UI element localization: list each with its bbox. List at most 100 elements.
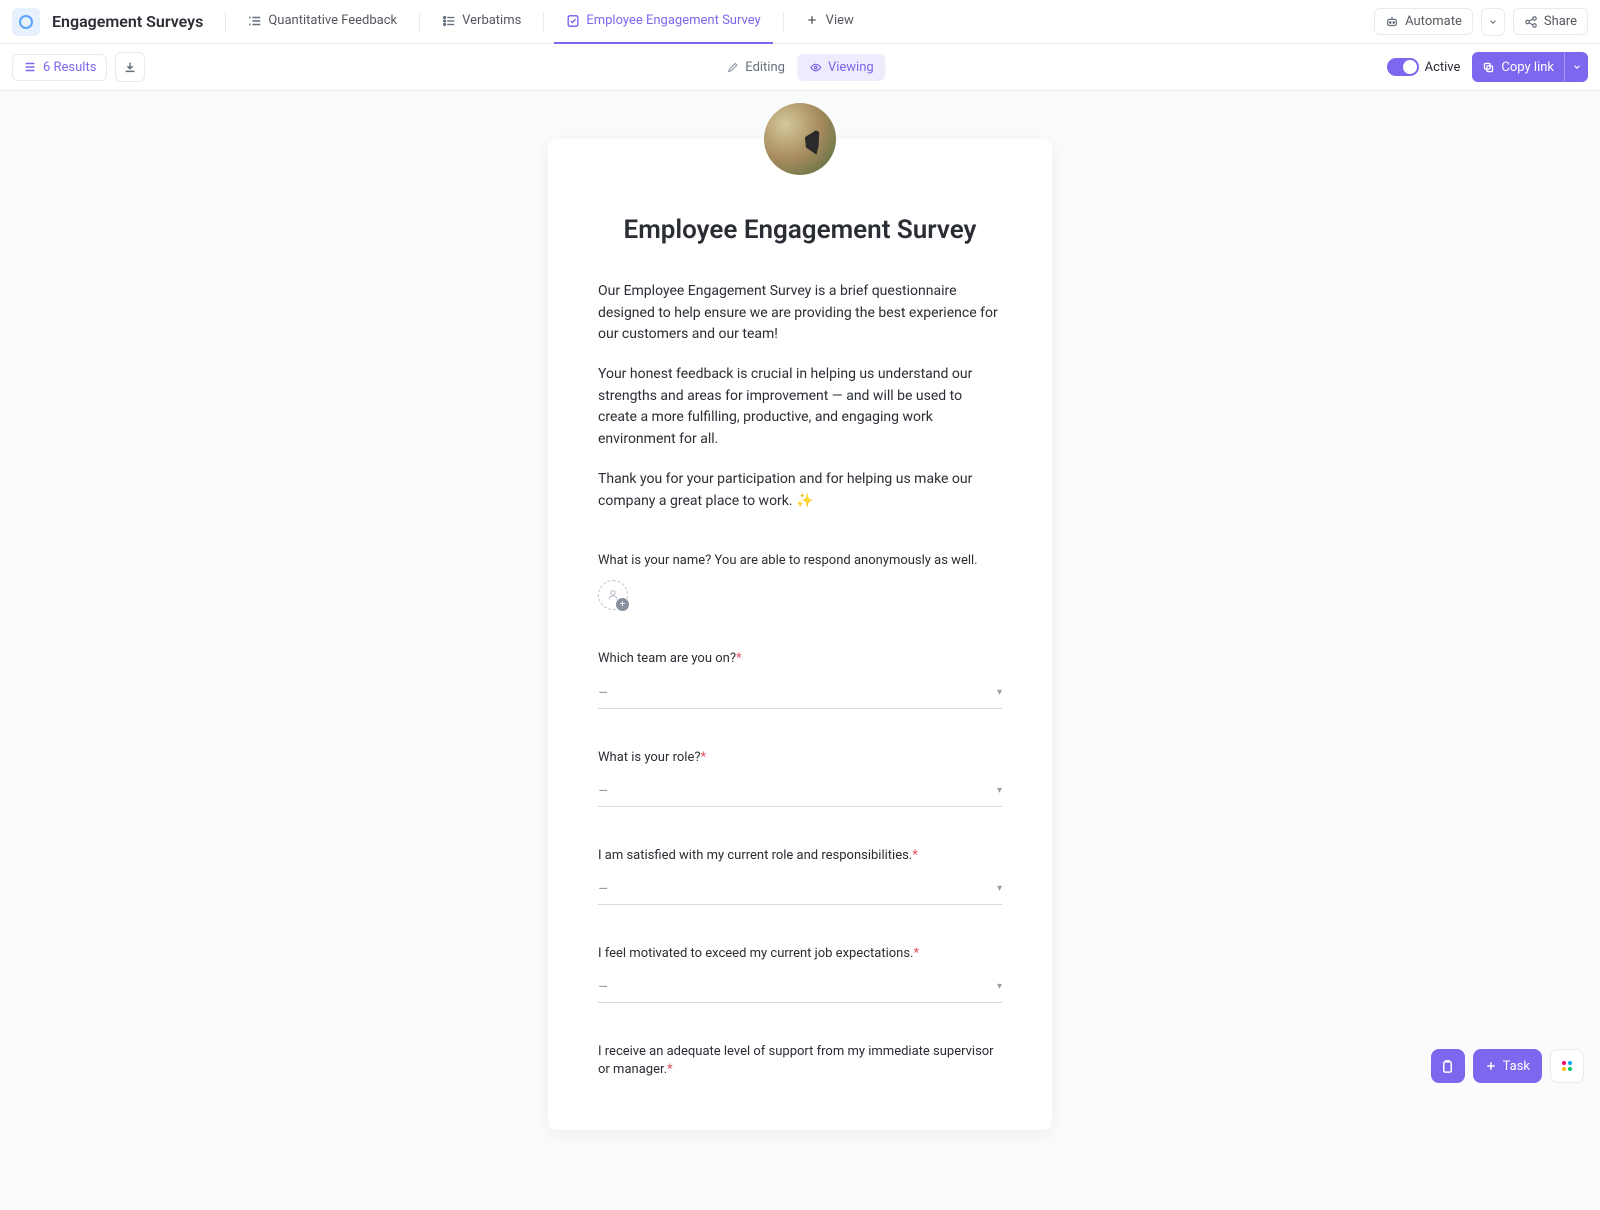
apps-button[interactable] <box>1550 1049 1584 1083</box>
add-person-button[interactable]: + <box>598 580 628 610</box>
form-paragraph: Our Employee Engagement Survey is a brie… <box>598 281 1002 346</box>
tab-label: Employee Engagement Survey <box>586 13 760 28</box>
active-toggle[interactable] <box>1387 58 1419 76</box>
role-dropdown[interactable]: – ▾ <box>598 773 1002 807</box>
form-title: Employee Engagement Survey <box>598 215 1002 245</box>
dropdown-placeholder: – <box>598 683 609 702</box>
editing-label: Editing <box>745 60 785 75</box>
workspace-logo[interactable] <box>12 8 40 36</box>
robot-icon <box>1385 15 1399 29</box>
list-icon <box>442 14 456 28</box>
download-button[interactable] <box>115 52 145 82</box>
download-icon <box>123 60 137 74</box>
tab-employee-engagement-survey[interactable]: Employee Engagement Survey <box>554 0 772 44</box>
dropdown-placeholder: – <box>598 781 609 800</box>
results-button[interactable]: 6 Results <box>12 54 107 81</box>
automate-button[interactable]: Automate <box>1374 8 1473 35</box>
copy-link-dropdown[interactable] <box>1564 52 1588 82</box>
form-icon <box>566 14 580 28</box>
task-label: Task <box>1503 1059 1530 1074</box>
question-label: I am satisfied with my current role and … <box>598 847 1002 865</box>
clipboard-icon <box>1440 1059 1455 1074</box>
question-role: What is your role?* – ▾ <box>598 749 1002 807</box>
dropdown-placeholder: – <box>598 879 609 898</box>
tab-label: Quantitative Feedback <box>268 13 397 28</box>
form-card: Employee Engagement Survey Our Employee … <box>548 139 1052 1130</box>
copy-icon <box>1482 61 1495 74</box>
sub-right: Active Copy link <box>1387 52 1588 82</box>
separator <box>419 12 420 32</box>
tab-quantitative-feedback[interactable]: Quantitative Feedback <box>236 0 409 44</box>
question-name: What is your name? You are able to respo… <box>598 552 1002 610</box>
automate-dropdown[interactable] <box>1481 8 1505 36</box>
separator <box>783 12 784 32</box>
question-label: What is your name? You are able to respo… <box>598 552 1002 570</box>
team-dropdown[interactable]: – ▾ <box>598 675 1002 709</box>
nav-left: Engagement Surveys Quantitative Feedback… <box>12 0 866 44</box>
floating-action-group: Task <box>1431 1049 1584 1083</box>
add-view-label: View <box>826 13 854 28</box>
nav-right: Automate Share <box>1374 8 1588 36</box>
separator <box>543 12 544 32</box>
motivated-dropdown[interactable]: – ▾ <box>598 969 1002 1003</box>
active-label: Active <box>1425 60 1461 75</box>
workspace-title[interactable]: Engagement Surveys <box>52 12 203 31</box>
sparkle-icon: ✨ <box>796 493 813 509</box>
required-indicator: * <box>701 750 707 765</box>
question-label: I feel motivated to exceed my current jo… <box>598 945 1002 963</box>
plus-icon <box>1485 1060 1497 1072</box>
main-content: Employee Engagement Survey Our Employee … <box>0 91 1600 1210</box>
list-icon <box>23 60 37 74</box>
plus-icon <box>806 14 820 28</box>
active-toggle-group: Active <box>1387 58 1461 76</box>
form-description: Our Employee Engagement Survey is a brie… <box>598 281 1002 512</box>
copy-link-button[interactable]: Copy link <box>1472 52 1564 82</box>
question-satisfied: I am satisfied with my current role and … <box>598 847 1002 905</box>
required-indicator: * <box>913 946 919 961</box>
sub-toolbar: 6 Results Editing <box>0 44 1600 91</box>
question-label: I receive an adequate level of support f… <box>598 1043 1002 1079</box>
circle-icon <box>19 15 33 29</box>
copy-link-label: Copy link <box>1501 60 1554 75</box>
question-label: Which team are you on?* <box>598 650 1002 668</box>
new-task-button[interactable]: Task <box>1473 1049 1542 1083</box>
form-paragraph: Your honest feedback is crucial in helpi… <box>598 364 1002 451</box>
mode-segmented-control: Editing Viewing <box>714 54 885 81</box>
apps-icon <box>1562 1061 1572 1071</box>
add-view-button[interactable]: View <box>794 0 866 44</box>
required-indicator: * <box>667 1062 673 1077</box>
top-nav: Engagement Surveys Quantitative Feedback… <box>0 0 1600 44</box>
list-icon <box>248 14 262 28</box>
required-indicator: * <box>736 651 742 666</box>
share-button[interactable]: Share <box>1513 8 1588 35</box>
satisfied-dropdown[interactable]: – ▾ <box>598 871 1002 905</box>
separator <box>225 12 226 32</box>
tab-label: Verbatims <box>462 13 521 28</box>
question-team: Which team are you on?* – ▾ <box>598 650 1002 708</box>
plus-icon: + <box>616 598 629 611</box>
form-paragraph: Thank you for your participation and for… <box>598 469 1002 512</box>
pencil-icon <box>726 61 739 74</box>
dropdown-placeholder: – <box>598 977 609 996</box>
sub-left: 6 Results <box>12 52 145 82</box>
form-avatar <box>764 103 836 175</box>
copy-link-group: Copy link <box>1472 52 1588 82</box>
results-label: 6 Results <box>43 60 96 75</box>
chevron-down-icon: ▾ <box>997 687 1002 698</box>
editing-mode-button[interactable]: Editing <box>714 54 797 81</box>
question-motivated: I feel motivated to exceed my current jo… <box>598 945 1002 1003</box>
chevron-down-icon: ▾ <box>997 883 1002 894</box>
question-support: I receive an adequate level of support f… <box>598 1043 1002 1079</box>
tab-verbatims[interactable]: Verbatims <box>430 0 533 44</box>
share-icon <box>1524 15 1538 29</box>
chevron-down-icon: ▾ <box>997 981 1002 992</box>
required-indicator: * <box>912 848 918 863</box>
eye-icon <box>809 61 822 74</box>
share-label: Share <box>1544 14 1577 29</box>
question-label: What is your role?* <box>598 749 1002 767</box>
viewing-mode-button[interactable]: Viewing <box>797 54 886 81</box>
viewing-label: Viewing <box>828 60 874 75</box>
chevron-down-icon: ▾ <box>997 785 1002 796</box>
clipboard-button[interactable] <box>1431 1049 1465 1083</box>
automate-label: Automate <box>1405 14 1462 29</box>
